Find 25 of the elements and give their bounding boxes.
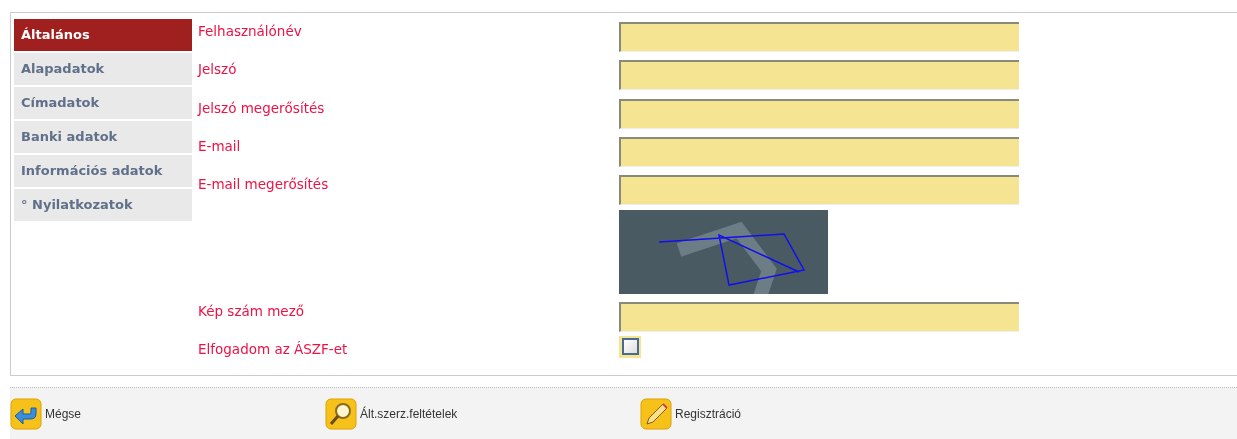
toolbar-link[interactable]: Ált.szerz.feltételek xyxy=(360,404,458,423)
checkbox[interactable] xyxy=(621,338,639,356)
magnifier-icon[interactable] xyxy=(325,397,357,430)
input-field[interactable] xyxy=(619,22,1019,52)
input-field[interactable] xyxy=(619,136,1019,167)
toolbar-link[interactable]: Regisztráció xyxy=(675,404,742,423)
field-label: E-mail xyxy=(198,137,241,154)
sidebar-tab[interactable]: Banki adatok xyxy=(14,121,192,153)
field-label: Jelszó xyxy=(198,61,237,78)
input-field[interactable] xyxy=(619,60,1019,91)
input-field[interactable] xyxy=(619,301,1019,332)
input-field[interactable] xyxy=(619,98,1019,129)
field-label: E-mail megerősítés xyxy=(198,176,329,192)
input-field[interactable] xyxy=(619,175,1019,205)
sidebar-tab[interactable]: Alapadatok xyxy=(14,53,192,85)
sidebar-tab[interactable]: Információs adatok xyxy=(14,155,192,187)
sidebar-tab[interactable]: Általános xyxy=(14,19,192,51)
pencil-icon[interactable] xyxy=(640,397,672,430)
field-label: Elfogadom az ÁSZF-et xyxy=(198,340,348,357)
field-label: Felhasználónév xyxy=(198,23,302,39)
sidebar-tab[interactable]: ° Nyilatkozatok xyxy=(14,189,192,221)
toolbar-link[interactable]: Mégse xyxy=(45,404,82,423)
field-label: Kép szám mező xyxy=(198,302,304,319)
sidebar-tab[interactable]: Címadatok xyxy=(14,87,192,119)
field-label: Jelszó megerősítés xyxy=(198,99,325,116)
